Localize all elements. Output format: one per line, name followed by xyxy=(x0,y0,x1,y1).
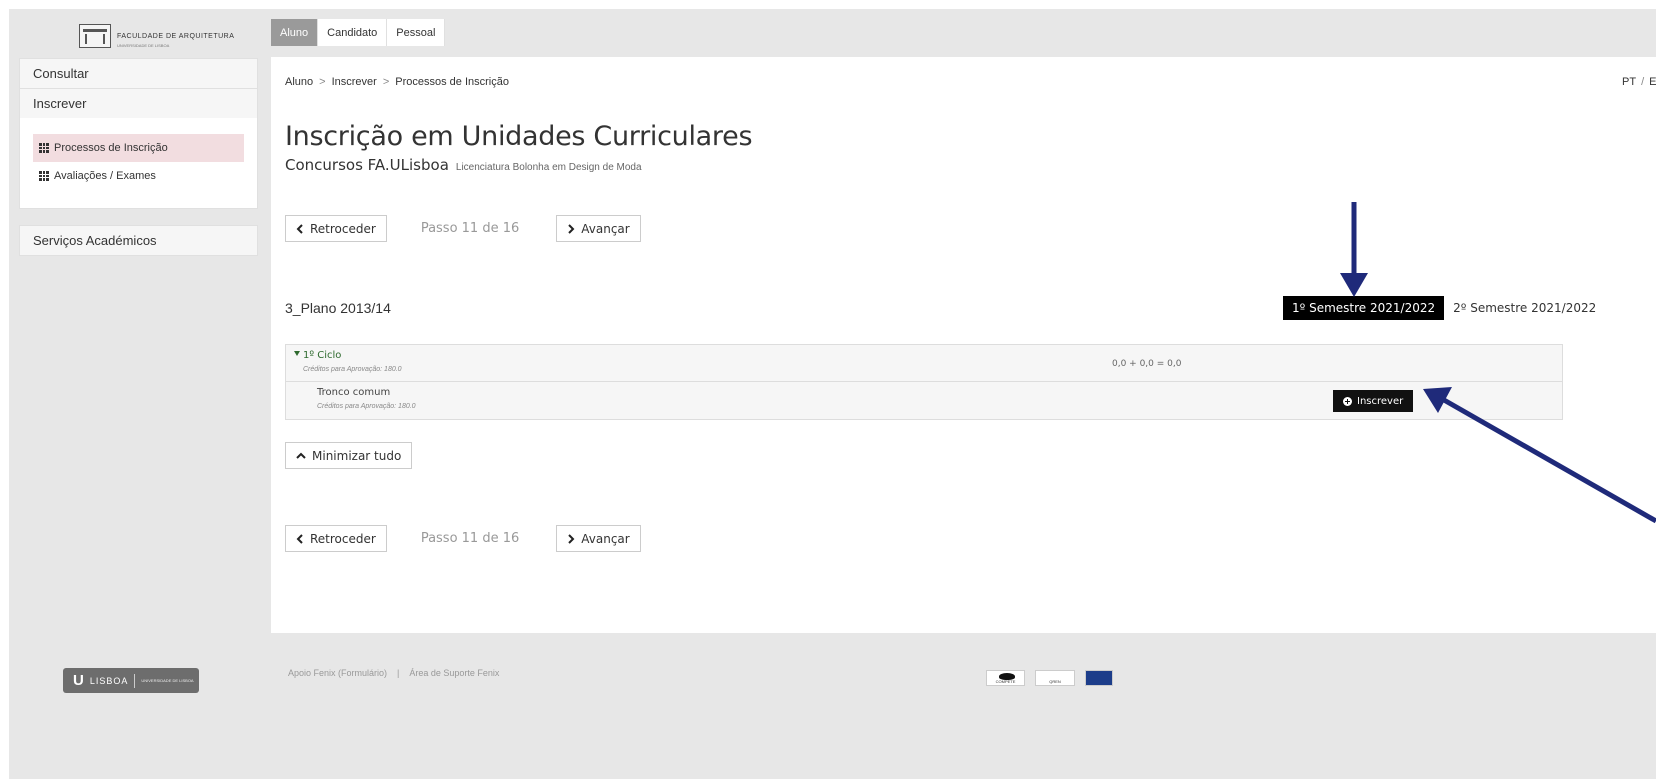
step-navigation-bottom: Retroceder Passo 11 de 16 Avançar xyxy=(285,525,641,552)
sidebar-menu-services: Serviços Académicos xyxy=(19,225,258,256)
enroll-button-label: Inscrever xyxy=(1357,395,1404,407)
step-indicator: Passo 11 de 16 xyxy=(420,531,520,546)
tab-semester-2[interactable]: 2º Semestre 2021/2022 xyxy=(1444,296,1606,320)
next-button[interactable]: Avançar xyxy=(556,525,641,552)
breadcrumb-processos[interactable]: Processos de Inscrição xyxy=(395,76,509,88)
language-switch: PT / EN xyxy=(1622,76,1656,88)
sidebar-item-label: Processos de Inscrição xyxy=(54,142,168,154)
main-content: Aluno > Inscrever > Processos de Inscriç… xyxy=(271,57,1656,633)
grid-icon xyxy=(39,171,49,181)
sidebar-item-processos-inscricao[interactable]: Processos de Inscrição xyxy=(33,134,244,162)
sidebar-item-label: Avaliações / Exames xyxy=(54,170,156,182)
plus-circle-icon xyxy=(1343,396,1352,406)
process-name: Concursos FA.ULisboa xyxy=(285,156,449,174)
credits-sum: 0,0 + 0,0 = 0,0 xyxy=(1112,359,1182,369)
tab-semester-1[interactable]: 1º Semestre 2021/2022 xyxy=(1283,296,1445,320)
breadcrumb-separator: > xyxy=(382,76,390,88)
lang-en[interactable]: EN xyxy=(1649,76,1656,88)
eu-flag-icon xyxy=(1085,670,1113,686)
faculty-logo[interactable]: FACULDADE DE ARQUITETURA UNIVERSIDADE DE… xyxy=(79,22,234,50)
back-button[interactable]: Retroceder xyxy=(285,215,387,242)
top-tabs: Aluno Candidato Pessoal xyxy=(271,19,446,46)
chevron-left-icon xyxy=(296,533,303,544)
lang-pt[interactable]: PT xyxy=(1622,76,1636,88)
chevron-right-icon xyxy=(568,533,575,544)
qren-logo: QREN xyxy=(1035,670,1075,686)
grid-icon xyxy=(39,143,49,153)
step-navigation-top: Retroceder Passo 11 de 16 Avançar xyxy=(285,215,641,242)
group-credits: Créditos para Aprovação: 180.0 xyxy=(317,403,416,410)
ciclo-toggle[interactable]: 1º Ciclo xyxy=(294,350,341,361)
next-button[interactable]: Avançar xyxy=(556,215,641,242)
page-subtitle: Concursos FA.ULisboa Licenciatura Bolonh… xyxy=(285,156,642,174)
ciclo-credits: Créditos para Aprovação: 180.0 xyxy=(303,366,402,373)
chevron-right-icon xyxy=(568,223,575,234)
group-label: Tronco comum xyxy=(317,387,391,398)
table-row: Tronco comum Créditos para Aprovação: 18… xyxy=(286,382,1562,419)
back-button-label: Retroceder xyxy=(310,221,376,236)
tab-pessoal[interactable]: Pessoal xyxy=(387,19,446,46)
plan-title: 3_Plano 2013/14 xyxy=(285,300,391,316)
breadcrumb-aluno[interactable]: Aluno xyxy=(285,76,313,88)
minimize-all-button[interactable]: Minimizar tudo xyxy=(285,442,413,469)
faculty-crest-icon xyxy=(79,24,111,48)
sidebar-item-avaliacoes-exames[interactable]: Avaliações / Exames xyxy=(33,162,244,190)
tab-aluno[interactable]: Aluno xyxy=(271,19,319,46)
compete-logo: COMPETE xyxy=(986,670,1025,686)
degree-name: Licenciatura Bolonha em Design de Moda xyxy=(455,162,642,173)
tab-candidato[interactable]: Candidato xyxy=(318,19,388,46)
footer-logos: COMPETE QREN xyxy=(986,670,1113,686)
ulisboa-subtext: UNIVERSIDADE DE LISBOA xyxy=(141,678,194,683)
sidebar-item-servicos-academicos[interactable]: Serviços Académicos xyxy=(20,226,257,255)
footer-link-suporte[interactable]: Área de Suporte Fenix xyxy=(409,668,499,678)
back-button[interactable]: Retroceder xyxy=(285,525,387,552)
page-title: Inscrição em Unidades Curriculares xyxy=(285,121,753,152)
ulisboa-u-icon: U xyxy=(73,672,84,689)
breadcrumb: Aluno > Inscrever > Processos de Inscriç… xyxy=(285,76,509,88)
enroll-button[interactable]: Inscrever xyxy=(1333,390,1414,412)
table-row: 1º Ciclo Créditos para Aprovação: 180.0 … xyxy=(286,345,1562,382)
footer-links: Apoio Fenix (Formulário) | Área de Supor… xyxy=(288,668,499,678)
breadcrumb-separator: > xyxy=(319,76,326,88)
ciclo-label: 1º Ciclo xyxy=(303,350,342,361)
qren-logo-text: QREN xyxy=(1049,679,1061,684)
ulisboa-text: LISBOA xyxy=(89,675,129,686)
minimize-all-label: Minimizar tudo xyxy=(312,448,402,463)
chevron-up-icon xyxy=(296,452,306,459)
compete-logo-text: COMPETE xyxy=(995,679,1016,684)
sidebar-menu: Consultar Inscrever Processos de Inscriç… xyxy=(19,58,258,209)
logo-text: FACULDADE DE ARQUITETURA xyxy=(117,32,235,40)
logo-subtext: UNIVERSIDADE DE LISBOA xyxy=(117,42,170,48)
breadcrumb-inscrever[interactable]: Inscrever xyxy=(332,76,377,88)
footer-link-apoio[interactable]: Apoio Fenix (Formulário) xyxy=(288,668,387,678)
back-button-label: Retroceder xyxy=(310,531,376,546)
sidebar-item-inscrever[interactable]: Inscrever xyxy=(20,89,257,118)
caret-down-icon xyxy=(294,351,300,356)
step-indicator: Passo 11 de 16 xyxy=(420,221,520,236)
sidebar-submenu: Processos de Inscrição Avaliações / Exam… xyxy=(20,118,257,208)
semester-tabs: 1º Semestre 2021/2022 2º Semestre 2021/2… xyxy=(1283,296,1606,320)
curriculum-table: 1º Ciclo Créditos para Aprovação: 180.0 … xyxy=(285,344,1563,420)
ulisboa-logo[interactable]: U LISBOA UNIVERSIDADE DE LISBOA xyxy=(63,668,199,693)
chevron-left-icon xyxy=(296,223,303,234)
lang-separator: / xyxy=(1641,76,1645,88)
footer-link-separator: | xyxy=(397,668,400,678)
sidebar-item-consultar[interactable]: Consultar xyxy=(20,59,257,88)
next-button-label: Avançar xyxy=(581,221,630,236)
next-button-label: Avançar xyxy=(581,531,630,546)
